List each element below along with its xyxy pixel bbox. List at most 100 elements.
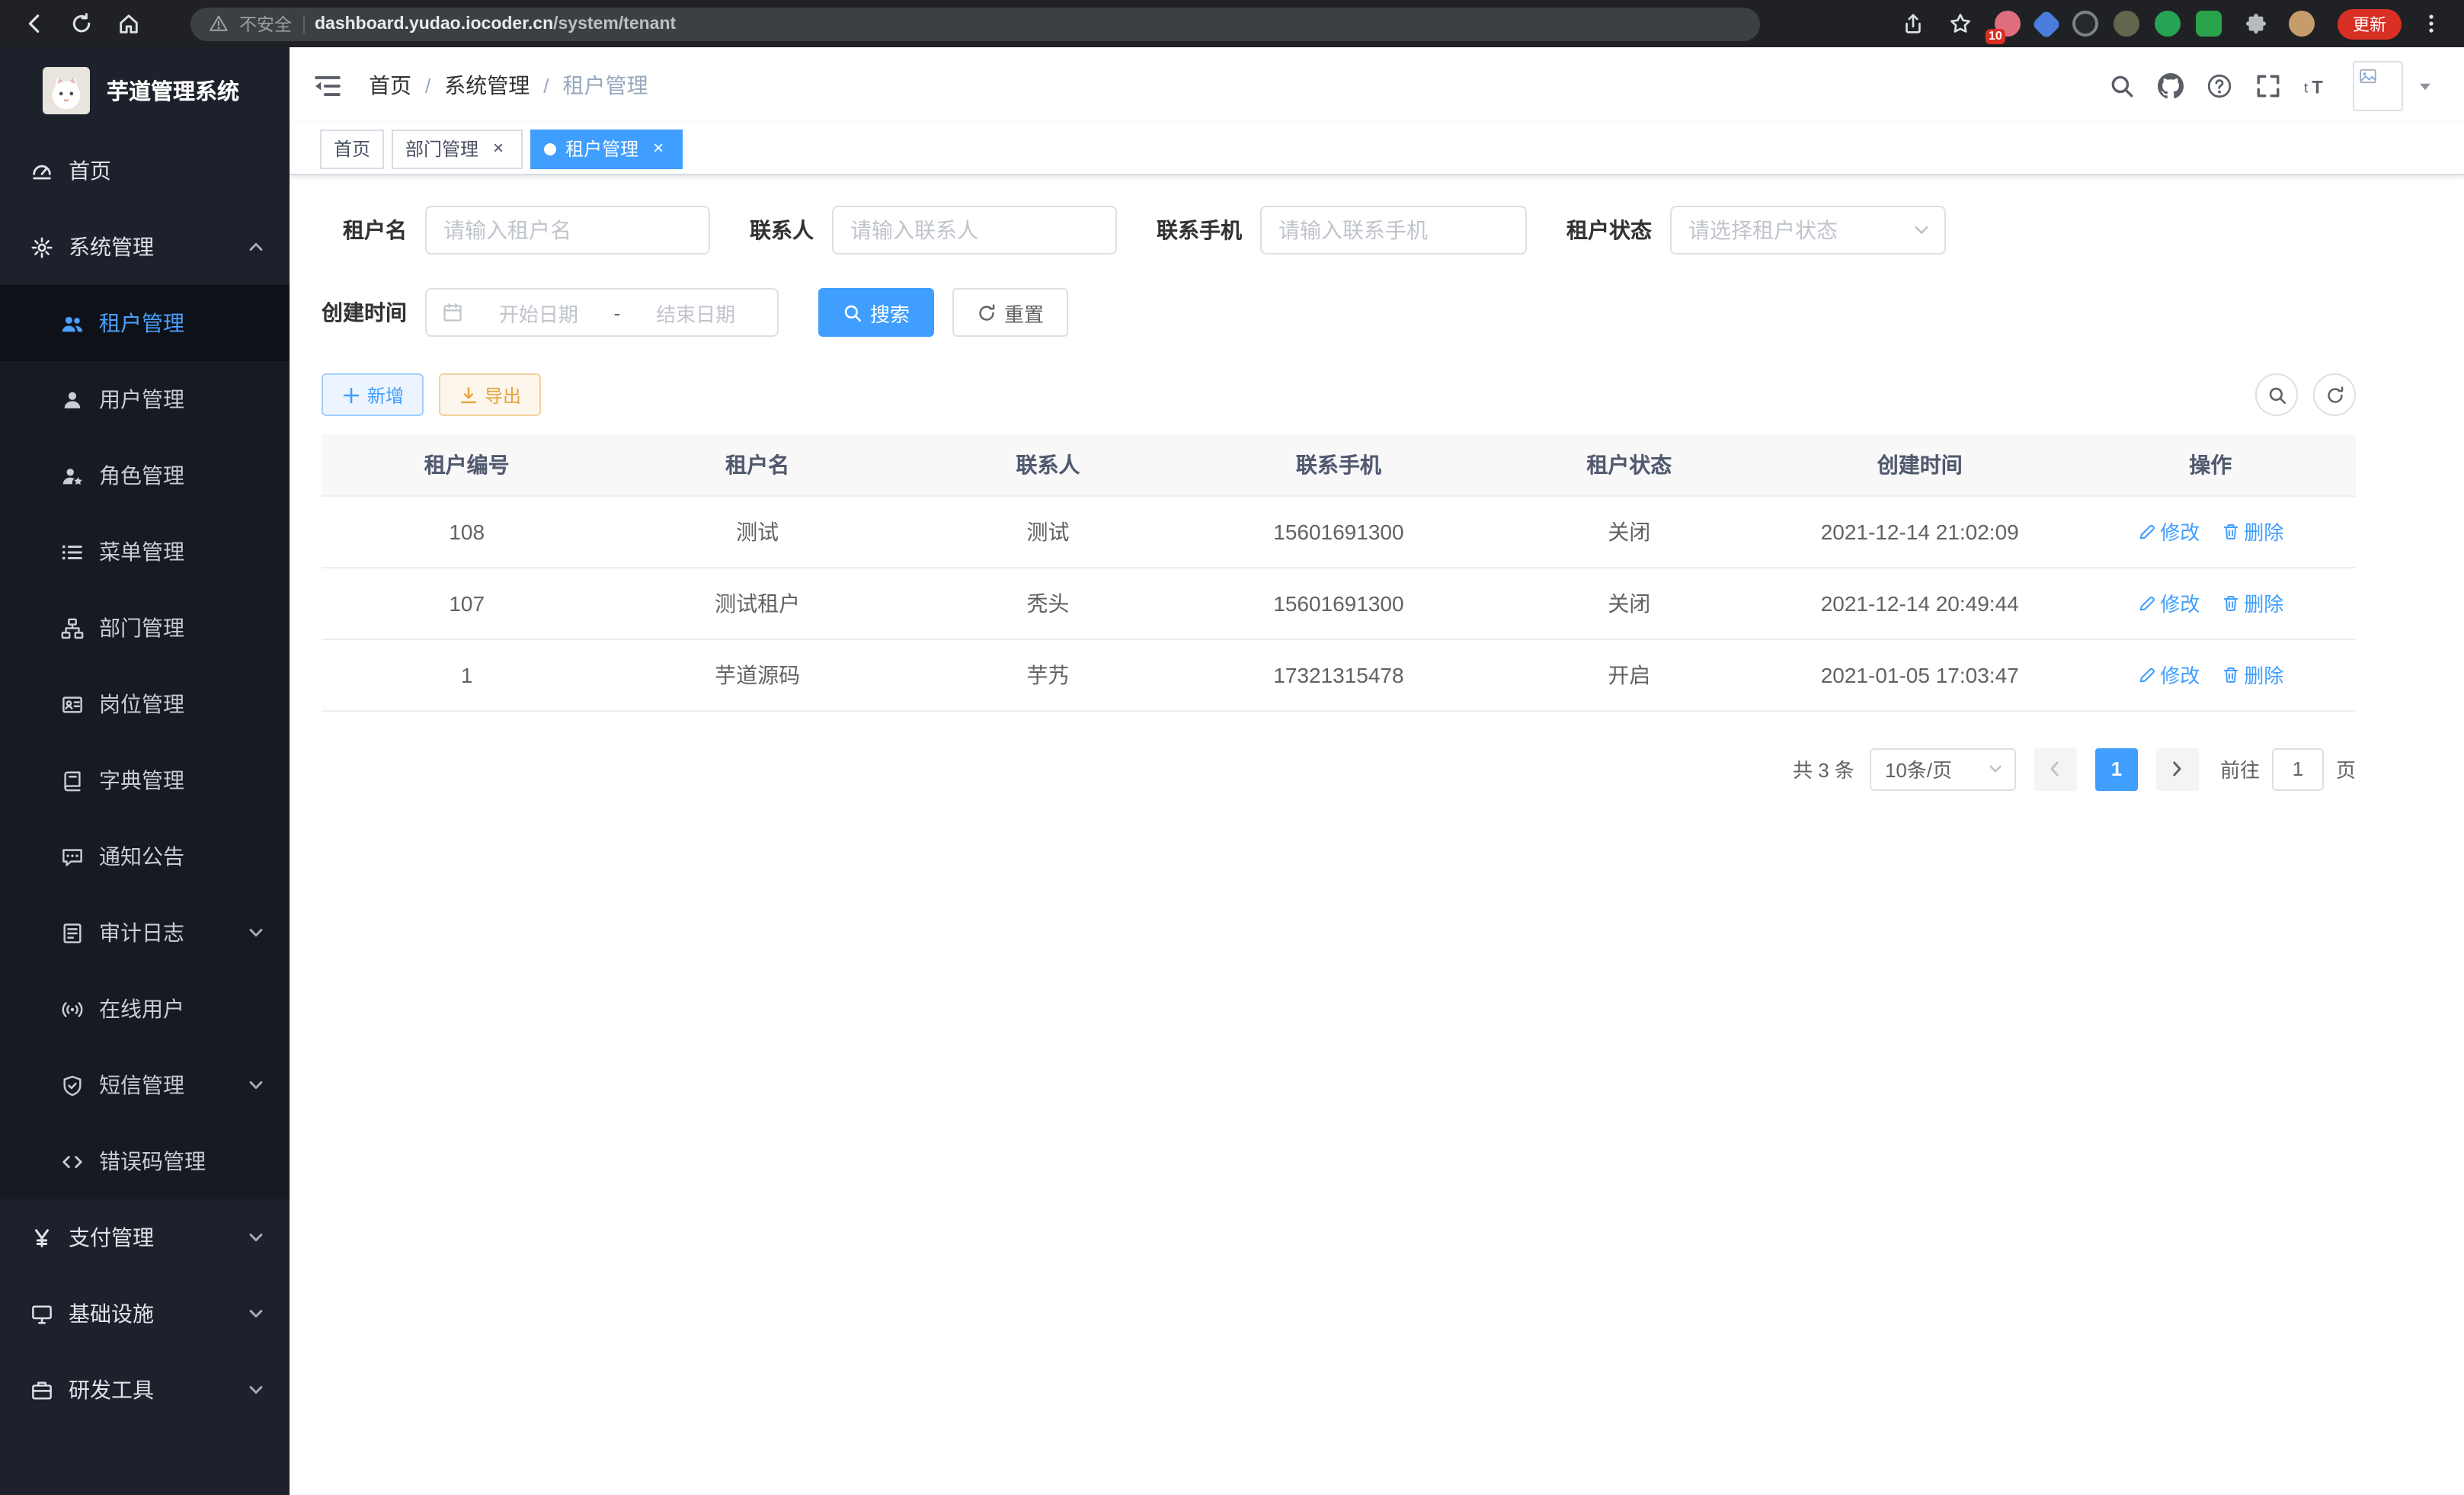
cell-contact: 秃头 xyxy=(903,567,1193,639)
github-icon[interactable] xyxy=(2158,72,2184,98)
next-page-button[interactable] xyxy=(2156,748,2199,790)
cell-actions: 修改删除 xyxy=(2065,495,2356,567)
refresh-icon xyxy=(2325,385,2344,405)
tenant-icon xyxy=(61,312,84,335)
sidebar-item-system[interactable]: 系统管理 xyxy=(0,209,290,285)
prev-page-button[interactable] xyxy=(2034,748,2077,790)
tab-close-icon[interactable]: × xyxy=(648,138,669,159)
delete-link[interactable]: 删除 xyxy=(2221,660,2283,689)
dashboard-icon xyxy=(30,159,53,182)
reset-button[interactable]: 重置 xyxy=(952,288,1068,337)
address-bar[interactable]: 不安全 dashboard.yudao.iocoder.cn/system/te… xyxy=(190,7,1760,40)
edit-link[interactable]: 修改 xyxy=(2137,588,2200,617)
chevron-down-icon xyxy=(247,1228,265,1247)
status-select[interactable]: 请选择租户状态 xyxy=(1670,206,1946,255)
sidebar-item-dev-tools[interactable]: 研发工具 xyxy=(0,1352,290,1428)
cell-actions: 修改删除 xyxy=(2065,639,2356,710)
status-label: 租户状态 xyxy=(1566,215,1652,245)
font-size-icon[interactable]: tT xyxy=(2304,72,2330,98)
edit-label: 修改 xyxy=(2160,660,2200,689)
search-button[interactable]: 搜索 xyxy=(818,288,934,337)
delete-link[interactable]: 删除 xyxy=(2221,588,2283,617)
column-header: 租户状态 xyxy=(1484,434,1774,495)
browser-menu-icon[interactable] xyxy=(2412,5,2449,42)
goto-page-input[interactable] xyxy=(2272,748,2324,790)
calendar-icon xyxy=(442,302,463,323)
sidebar-item-dept[interactable]: 部门管理 xyxy=(0,590,290,666)
fullscreen-icon[interactable] xyxy=(2255,72,2281,98)
tab-label: 租户管理 xyxy=(565,136,638,162)
end-date-placeholder: 结束日期 xyxy=(629,298,762,327)
bookmark-star-icon[interactable] xyxy=(1941,5,1978,42)
cell-status: 关闭 xyxy=(1484,567,1774,639)
page-size-select[interactable]: 10条/页 xyxy=(1870,748,2016,790)
chevron-down-icon xyxy=(247,1076,265,1094)
extension-icon-5[interactable] xyxy=(2155,11,2181,37)
extension-icon-1[interactable]: 10 xyxy=(1995,11,2021,37)
tab-home[interactable]: 首页 xyxy=(320,129,384,168)
sidebar-item-notice[interactable]: 通知公告 xyxy=(0,818,290,895)
extensions-puzzle-icon[interactable] xyxy=(2237,5,2274,42)
payment-icon xyxy=(30,1226,53,1249)
sidebar-item-label: 在线用户 xyxy=(99,994,184,1024)
create-time-range-input[interactable]: 开始日期 - 结束日期 xyxy=(425,288,779,337)
cell-id: 1 xyxy=(322,639,612,710)
sidebar-item-online-user[interactable]: 在线用户 xyxy=(0,971,290,1047)
warning-icon xyxy=(209,14,229,34)
avatar[interactable] xyxy=(2353,60,2403,110)
export-button[interactable]: 导出 xyxy=(439,373,541,416)
tab-dept[interactable]: 部门管理× xyxy=(392,129,523,168)
home-icon[interactable] xyxy=(110,5,146,42)
sidebar-item-user[interactable]: 用户管理 xyxy=(0,361,290,437)
search-icon xyxy=(2267,385,2286,405)
extension-icon-3[interactable] xyxy=(2072,11,2098,37)
extension-icon-2[interactable] xyxy=(2031,8,2062,39)
breadcrumb-item-1[interactable]: 系统管理 xyxy=(444,70,530,101)
sidebar-item-menu[interactable]: 菜单管理 xyxy=(0,514,290,590)
tab-tenant[interactable]: 租户管理 × xyxy=(530,129,683,168)
page-1-button[interactable]: 1 xyxy=(2095,748,2138,790)
edit-link[interactable]: 修改 xyxy=(2137,660,2200,689)
cell-id: 108 xyxy=(322,495,612,567)
sidebar-toggle-icon[interactable] xyxy=(312,72,343,98)
book-icon xyxy=(61,769,84,792)
tab-close-icon[interactable]: × xyxy=(488,138,509,159)
sidebar-item-role[interactable]: 角色管理 xyxy=(0,437,290,514)
tags-view: 首页部门管理× 租户管理 × xyxy=(290,123,2464,175)
edit-link[interactable]: 修改 xyxy=(2137,517,2200,546)
contact-input[interactable] xyxy=(832,206,1117,255)
sidebar-item-sms[interactable]: 短信管理 xyxy=(0,1047,290,1123)
tenant-name-input[interactable] xyxy=(425,206,710,255)
phone-input[interactable] xyxy=(1260,206,1527,255)
update-button[interactable]: 更新 xyxy=(2338,8,2402,39)
breadcrumb-item-0[interactable]: 首页 xyxy=(369,70,411,101)
help-icon[interactable] xyxy=(2206,72,2232,98)
sidebar-item-post[interactable]: 岗位管理 xyxy=(0,666,290,742)
sidebar-item-dict[interactable]: 字典管理 xyxy=(0,742,290,818)
reload-icon[interactable] xyxy=(62,5,99,42)
column-header: 操作 xyxy=(2065,434,2356,495)
logo[interactable]: 芋道管理系统 xyxy=(0,47,290,133)
cell-created: 2021-12-14 21:02:09 xyxy=(1774,495,2065,567)
role-icon xyxy=(61,464,84,487)
chevron-down-icon[interactable] xyxy=(2417,77,2434,94)
delete-link[interactable]: 删除 xyxy=(2221,517,2283,546)
sidebar-item-infra[interactable]: 基础设施 xyxy=(0,1276,290,1352)
back-icon[interactable] xyxy=(15,5,52,42)
extension-icon-6[interactable] xyxy=(2196,11,2222,37)
table-body: 108测试测试15601691300关闭2021-12-14 21:02:09修… xyxy=(322,495,2356,710)
add-button[interactable]: 新增 xyxy=(322,373,424,416)
chevron-right-icon xyxy=(2168,759,2187,779)
sidebar-item-home[interactable]: 首页 xyxy=(0,133,290,209)
extension-icon-4[interactable] xyxy=(2114,11,2139,37)
share-icon[interactable] xyxy=(1894,5,1931,42)
toggle-search-button[interactable] xyxy=(2255,373,2298,416)
sidebar-item-tenant[interactable]: 租户管理 xyxy=(0,285,290,361)
profile-avatar[interactable] xyxy=(2289,11,2315,37)
search-icon[interactable] xyxy=(2109,72,2135,98)
sidebar-item-payment[interactable]: 支付管理 xyxy=(0,1199,290,1276)
cell-status: 开启 xyxy=(1484,639,1774,710)
refresh-table-button[interactable] xyxy=(2313,373,2356,416)
sidebar-item-audit-log[interactable]: 审计日志 xyxy=(0,895,290,971)
sidebar-item-error-code[interactable]: 错误码管理 xyxy=(0,1123,290,1199)
